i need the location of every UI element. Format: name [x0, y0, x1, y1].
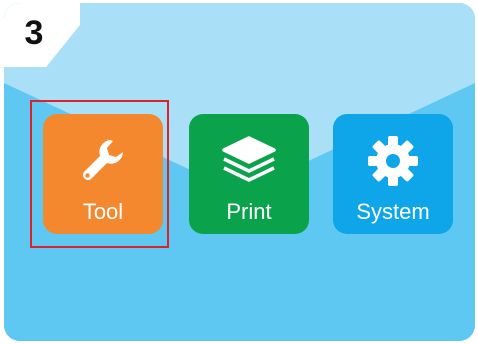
print-label: Print — [226, 199, 272, 224]
step-number: 3 — [24, 14, 44, 52]
gear-icon — [333, 134, 453, 188]
step-badge: 3 — [4, 3, 84, 67]
layers-icon — [189, 134, 309, 188]
print-tile-button[interactable]: Print — [189, 114, 309, 234]
tool-highlight-frame — [30, 100, 169, 248]
system-label: System — [356, 199, 430, 224]
system-tile-button[interactable]: System — [333, 114, 453, 234]
